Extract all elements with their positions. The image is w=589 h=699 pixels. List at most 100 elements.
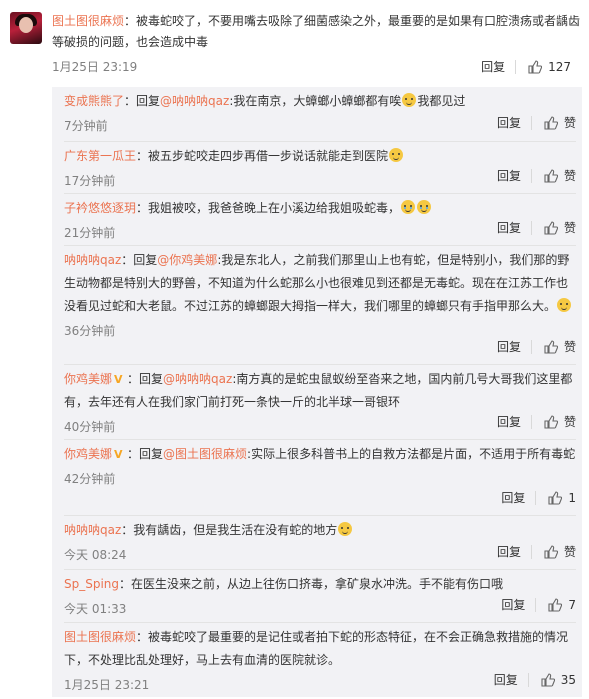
like-count: 赞 (563, 340, 576, 354)
thumbs-up-icon[interactable] (541, 672, 555, 687)
reply-text: 图土图很麻烦：被毒蛇咬了最重要的是记住或者拍下蛇的形态特征，在不会正确急救措施的… (64, 623, 576, 672)
thumbs-up-icon[interactable] (544, 544, 558, 559)
like-count: 127 (548, 59, 571, 74)
reply-prefix: ：被毒蛇咬了最重要的是记住或者拍下蛇的形态特征，在不会正确急救措施的情况下，不处… (64, 630, 569, 667)
reply-list: 变成熊熊了：回复@呐呐呐qaz:我在南京，大蟑螂小蟑螂都有唉 我都见过 7分钟前 回复… (52, 87, 582, 697)
reply-actions: 回复 赞 (497, 338, 576, 355)
username-link[interactable]: 你鸡美娜 (64, 372, 112, 386)
thumbs-up-icon[interactable] (544, 115, 558, 130)
reply-item: 呐呐呐qaz：回复@你鸡美娜:我是东北人，之前我们那里山上也有蛇，但是特别小，我… (64, 245, 576, 365)
like-count: 赞 (563, 545, 576, 559)
username-link[interactable]: 广东第一瓜王 (64, 149, 136, 163)
thumbs-up-icon[interactable] (528, 59, 543, 74)
reply-button[interactable]: 回复 (497, 543, 521, 560)
like-count: 7 (568, 597, 576, 612)
crying-emoji (417, 200, 432, 214)
username-link[interactable]: Sp_Sping (64, 577, 119, 591)
reply-text: 子衿悠悠逐玥：我姐被咬，我爸爸晚上在小溪边给我姐吸蛇毒， (64, 194, 576, 220)
username-link[interactable]: 呐呐呐qaz (64, 253, 121, 267)
verified-badge-icon: V (114, 373, 123, 386)
username-link[interactable]: 子衿悠悠逐玥 (64, 201, 136, 215)
reply-prefix: ：回复 (124, 94, 161, 108)
reply-item: Sp_Sping：在医生没来之前，从边上往伤口挤毒，拿矿泉水冲洗。手不能有伤口哦… (64, 569, 576, 623)
dog-face-emoji (402, 93, 417, 107)
reply-item: 广东第一瓜王：被五步蛇咬走四步再借一步说话就能走到医院 17分钟前 回复赞 (64, 141, 576, 194)
reply-item: 呐呐呐qaz：我有龋齿，但是我生活在没有蛇的地方 今天 08:24 回复赞 (64, 515, 576, 570)
reply-text: 你鸡美娜 V ：回复@图土图很麻烦:实际上很多科普书上的自救方法都是片面，不适用于所… (64, 440, 576, 466)
divider (527, 672, 529, 687)
username-link[interactable]: 图土图很麻烦 (64, 630, 136, 644)
reply-button[interactable]: 回复 (481, 58, 505, 75)
comment-body: ：被毒蛇咬了，不要用嘴去吸除了细菌感染之外，最重要的是如果有口腔溃疡或者龋齿等破… (52, 14, 581, 49)
reply-text: Sp_Sping：在医生没来之前，从边上往伤口挤毒，拿矿泉水冲洗。手不能有伤口哦 (64, 570, 576, 596)
username-link[interactable]: 呐呐呐qaz (64, 523, 121, 537)
username-link[interactable]: 图土图很麻烦 (52, 14, 124, 28)
crying-emoji (401, 200, 416, 214)
like-count: 35 (560, 672, 576, 687)
mention-link[interactable]: @图土图很麻烦 (163, 447, 247, 461)
divider (530, 168, 532, 183)
reply-actions: 回复 赞 (497, 167, 576, 184)
reply-button[interactable]: 回复 (497, 413, 521, 430)
reply-prefix: ：被五步蛇咬走四步再借一步说话就能走到医院 (136, 149, 389, 163)
divider (515, 59, 517, 74)
like-count: 赞 (563, 415, 576, 429)
reply-text: 呐呐呐qaz：回复@你鸡美娜:我是东北人，之前我们那里山上也有蛇，但是特别小，我… (64, 246, 576, 318)
reply-actions: 回复 赞 (497, 219, 576, 236)
reply-item: 你鸡美娜 V ：回复@图土图很麻烦:实际上很多科普书上的自救方法都是片面，不适用于所… (64, 439, 576, 516)
reply-prefix: ：回复 (127, 372, 164, 386)
reply-prefix: ：回复 (121, 253, 158, 267)
like-count: 赞 (563, 169, 576, 183)
divider (535, 490, 537, 505)
comment-tail: 我都见过 (417, 94, 466, 108)
thumbs-up-icon[interactable] (548, 490, 563, 505)
thumbs-up-icon[interactable] (548, 597, 563, 612)
thumbs-up-icon[interactable] (544, 168, 558, 183)
divider (530, 414, 532, 429)
avatar[interactable] (10, 12, 42, 44)
timestamp: 今天 01:33 (64, 602, 127, 616)
thumbs-up-icon[interactable] (544, 220, 558, 235)
divider (535, 597, 537, 612)
reply-button[interactable]: 回复 (497, 114, 521, 131)
reply-prefix: ：在医生没来之前，从边上往伤口挤毒，拿矿泉水冲洗。手不能有伤口哦 (119, 577, 504, 591)
reply-button[interactable]: 回复 (497, 338, 521, 355)
reply-button[interactable]: 回复 (494, 671, 518, 688)
reply-actions: 回复 赞 (497, 543, 576, 560)
dog-face-emoji (338, 522, 353, 536)
reply-actions: 回复 1 (501, 489, 576, 506)
reply-button[interactable]: 回复 (501, 489, 525, 506)
dog-face-emoji (389, 148, 404, 162)
verified-badge-icon: V (114, 448, 123, 461)
like-count: 赞 (563, 221, 576, 235)
reply-actions: 回复 赞 (497, 114, 576, 131)
username-link[interactable]: 你鸡美娜 (64, 447, 112, 461)
thumbs-up-icon[interactable] (544, 339, 558, 354)
mention-link[interactable]: @呐呐呐qaz (163, 372, 232, 386)
reply-actions: 回复 35 (494, 671, 576, 688)
reply-text: 变成熊熊了：回复@呐呐呐qaz:我在南京，大蟑螂小蟑螂都有唉 我都见过 (64, 87, 576, 113)
reply-item: 图土图很麻烦：被毒蛇咬了最重要的是记住或者拍下蛇的形态特征，在不会正确急救措施的… (64, 622, 576, 698)
timestamp: 42分钟前 (64, 472, 116, 486)
username-link[interactable]: 变成熊熊了 (64, 94, 124, 108)
divider (530, 220, 532, 235)
reply-item: 你鸡美娜 V ：回复@呐呐呐qaz:南方真的是蛇虫鼠蚁纷至沓来之地，国内前几号大哥我… (64, 364, 576, 440)
reply-item: 变成熊熊了：回复@呐呐呐qaz:我在南京，大蟑螂小蟑螂都有唉 我都见过 7分钟前 回复… (64, 87, 576, 141)
reply-prefix: ：我姐被咬，我爸爸晚上在小溪边给我姐吸蛇毒， (136, 201, 401, 215)
like-count: 赞 (563, 116, 576, 130)
thumbs-up-icon[interactable] (544, 414, 558, 429)
mention-link[interactable]: @你鸡美娜 (157, 253, 217, 267)
reply-button[interactable]: 回复 (501, 596, 525, 613)
mention-link[interactable]: @呐呐呐qaz (160, 94, 229, 108)
divider (530, 339, 532, 354)
reply-text: 广东第一瓜王：被五步蛇咬走四步再借一步说话就能走到医院 (64, 142, 576, 168)
reply-prefix: ：回复 (127, 447, 164, 461)
reply-button[interactable]: 回复 (497, 167, 521, 184)
reply-item: 子衿悠悠逐玥：我姐被咬，我爸爸晚上在小溪边给我姐吸蛇毒， 21分钟前 回复赞 (64, 193, 576, 246)
reply-prefix: ：我有龋齿，但是我生活在没有蛇的地方 (121, 523, 338, 537)
dog-face-emoji (557, 298, 572, 312)
reply-actions: 回复 赞 (497, 413, 576, 430)
reply-button[interactable]: 回复 (497, 219, 521, 236)
timestamp: 36分钟前 (64, 324, 116, 338)
reply-text: 你鸡美娜 V ：回复@呐呐呐qaz:南方真的是蛇虫鼠蚁纷至沓来之地，国内前几号大哥我… (64, 365, 576, 414)
